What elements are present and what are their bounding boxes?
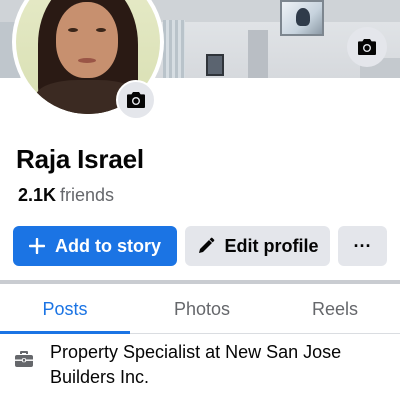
profile-tabs: Posts Photos Reels	[0, 284, 400, 334]
more-icon: ···	[353, 235, 372, 256]
profile-name: Raja Israel	[16, 144, 144, 174]
edit-profile-label: Edit profile	[224, 235, 319, 256]
active-tab-indicator	[0, 331, 130, 334]
tab-reels[interactable]: Reels	[270, 284, 400, 334]
friends-number: 2.1K	[18, 185, 57, 205]
edit-profile-button[interactable]: Edit profile	[185, 226, 330, 266]
tab-photos[interactable]: Photos	[137, 284, 267, 334]
avatar-camera-button[interactable]	[116, 80, 156, 120]
add-to-story-label: Add to story	[55, 235, 161, 256]
work-text: Property Specialist at New San Jose Buil…	[50, 342, 342, 387]
more-options-button[interactable]: ···	[338, 226, 387, 266]
intro-work-row: Property Specialist at New San Jose Buil…	[14, 340, 394, 390]
plus-icon	[29, 238, 45, 254]
camera-icon	[127, 92, 145, 108]
friends-label: friends	[60, 185, 115, 205]
tab-posts[interactable]: Posts	[0, 284, 130, 334]
briefcase-icon	[14, 350, 34, 370]
camera-icon	[358, 39, 376, 55]
add-to-story-button[interactable]: Add to story	[13, 226, 177, 266]
pencil-icon	[197, 237, 215, 255]
cover-camera-button[interactable]	[347, 27, 387, 67]
friends-count[interactable]: 2.1K friends	[18, 185, 114, 206]
next-intro-row	[14, 394, 54, 400]
